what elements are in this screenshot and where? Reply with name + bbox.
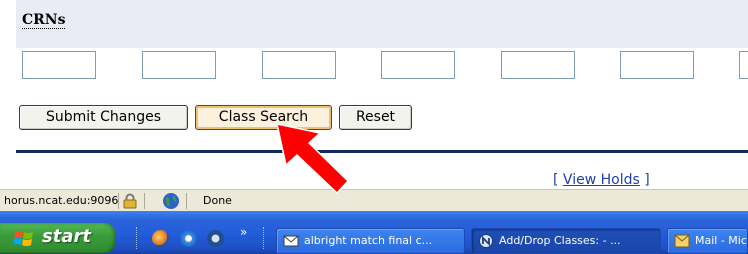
crn-header-band	[16, 0, 748, 48]
status-separator	[144, 193, 145, 209]
browser-status-bar: horus.ncat.edu:9096 Done	[0, 189, 748, 211]
start-label: start	[42, 226, 91, 247]
view-holds: [ View Holds ]	[553, 172, 650, 188]
taskbar-grip	[136, 227, 139, 249]
netscape-icon	[479, 234, 493, 248]
section-divider	[16, 150, 748, 153]
taskbar-grip	[263, 227, 266, 249]
windows-taskbar: start » albright match final c... Add/Dr…	[0, 211, 748, 254]
crn-input-1[interactable]	[22, 51, 96, 79]
status-text: Done	[203, 194, 232, 207]
netscape-icon[interactable]	[207, 230, 224, 247]
crn-input-5[interactable]	[501, 51, 575, 79]
crns-label: CRNs	[22, 12, 66, 29]
taskbar-item-add-drop-classes[interactable]: Add/Drop Classes: - ...	[471, 228, 661, 254]
internet-explorer-icon[interactable]	[180, 230, 197, 247]
internet-globe-icon	[163, 193, 179, 209]
mail-window-icon	[674, 234, 690, 248]
quick-launch-more-chevron[interactable]: »	[240, 225, 247, 239]
reset-button[interactable]: Reset	[339, 105, 412, 130]
crn-input-7[interactable]	[739, 51, 748, 79]
status-separator	[118, 193, 119, 209]
crn-input-3[interactable]	[262, 51, 336, 79]
windows-flag-icon	[14, 231, 33, 246]
view-holds-link[interactable]: View Holds	[563, 172, 640, 188]
lock-icon	[123, 193, 137, 209]
firefox-icon[interactable]	[152, 230, 169, 247]
submit-changes-button[interactable]: Submit Changes	[19, 105, 188, 130]
crn-input-2[interactable]	[142, 51, 216, 79]
taskbar-item-label: Mail - Mic	[695, 234, 747, 247]
crn-input-6[interactable]	[620, 51, 694, 79]
taskbar-item-albright[interactable]: albright match final c...	[276, 228, 465, 254]
class-search-button[interactable]: Class Search	[195, 105, 332, 130]
mail-icon	[283, 235, 299, 247]
holds-open-bracket: [	[553, 172, 563, 188]
status-separator	[186, 193, 187, 209]
crn-input-4[interactable]	[381, 51, 455, 79]
web-page: CRNs Submit Changes Class Search Reset […	[0, 0, 748, 189]
taskbar-item-label: albright match final c...	[304, 234, 433, 247]
status-host: horus.ncat.edu:9096	[4, 194, 119, 207]
taskbar-item-mail[interactable]: Mail - Mic	[667, 228, 748, 254]
taskbar-item-label: Add/Drop Classes: - ...	[499, 234, 621, 247]
holds-close-bracket: ]	[639, 172, 650, 188]
start-button[interactable]: start	[0, 223, 116, 253]
